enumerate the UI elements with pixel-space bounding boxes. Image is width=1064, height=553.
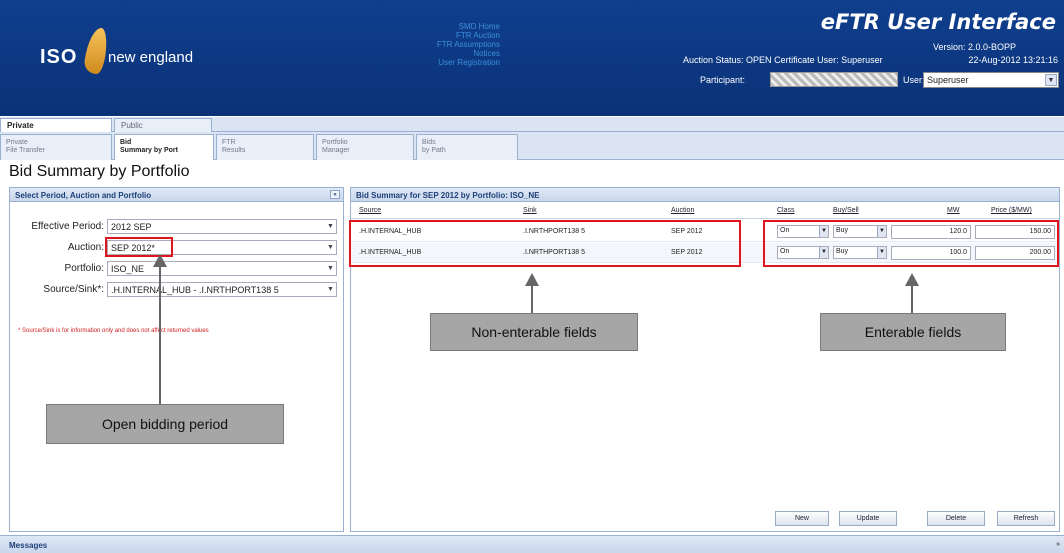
version-text: Version: 2.0.0-BOPP <box>932 42 1016 52</box>
tab-bid-summary-by-port[interactable]: Bid Summary by Port <box>114 134 214 160</box>
chevron-down-icon[interactable]: ▼ <box>325 262 336 275</box>
delete-button[interactable]: Delete <box>927 511 985 526</box>
non-enterable-highlight <box>349 220 741 267</box>
logo-iso-text: ISO <box>40 46 78 68</box>
top-tab-bar: Private Public <box>0 117 1064 132</box>
effective-period-select[interactable]: 2012 SEP ▼ <box>107 219 337 234</box>
tab-ftr-results[interactable]: FTR Results <box>216 134 314 160</box>
chevron-down-icon[interactable]: ▼ <box>325 283 336 296</box>
auction-status: Auction Status: OPEN <box>683 55 772 65</box>
panel-title: Select Period, Auction and Portfolio <box>15 191 152 200</box>
user-label: User: <box>903 75 925 85</box>
col-source[interactable]: Source <box>359 207 381 214</box>
tab-label-line1: FTR <box>222 139 236 146</box>
user-select[interactable]: Superuser ▼ <box>923 72 1059 88</box>
source-sink-note: * Source/Sink is for information only an… <box>18 328 209 334</box>
participant-label: Participant: <box>700 75 746 85</box>
col-buy-sell[interactable]: Buy/Sell <box>833 207 859 214</box>
messages-bar[interactable]: Messages » <box>0 535 1064 553</box>
chevron-down-icon[interactable]: ▼ <box>325 220 336 233</box>
tab-label-line1: Bids <box>422 139 436 146</box>
status-line: Auction Status: OPEN Certificate User: S… <box>683 55 883 65</box>
tab-label-line2: File Transfer <box>6 147 45 154</box>
tab-label-line1: Private <box>6 139 28 146</box>
chevron-down-icon[interactable]: ▼ <box>325 241 336 254</box>
header-nav: SMD Home FTR Auction FTR Assumptions Not… <box>400 22 500 67</box>
panel-header: Select Period, Auction and Portfolio « <box>10 188 343 202</box>
portfolio-value: ISO_NE <box>111 264 145 274</box>
auction-label: Auction: <box>67 242 104 253</box>
col-sink[interactable]: Sink <box>523 207 537 214</box>
nav-link-user-registration[interactable]: User Registration <box>400 58 500 67</box>
user-select-value: Superuser <box>927 75 969 85</box>
col-class[interactable]: Class <box>777 207 795 214</box>
panel-header: Bid Summary for SEP 2012 by Portfolio: I… <box>351 188 1059 202</box>
refresh-button[interactable]: Refresh <box>997 511 1055 526</box>
nav-link-notices[interactable]: Notices <box>400 49 500 58</box>
new-button[interactable]: New <box>775 511 829 526</box>
expand-icon[interactable]: » <box>1056 541 1060 548</box>
portfolio-label: Portfolio: <box>64 263 104 274</box>
source-sink-label: Source/Sink*: <box>43 284 104 295</box>
sub-tab-bar: Private File Transfer Bid Summary by Por… <box>0 132 1064 160</box>
effective-period-value: 2012 SEP <box>111 222 152 232</box>
nav-link-ftr-assumptions[interactable]: FTR Assumptions <box>400 40 500 49</box>
tab-label-line2: by Path <box>422 147 446 154</box>
grid-header: Source Sink Auction Class Buy/Sell MW Pr… <box>351 205 1059 219</box>
col-mw[interactable]: MW <box>947 207 959 214</box>
tab-label-line1: Portfolio <box>322 139 348 146</box>
col-auction[interactable]: Auction <box>671 207 694 214</box>
tab-public[interactable]: Public <box>114 118 212 132</box>
non-enterable-callout: Non-enterable fields <box>430 313 638 351</box>
collapse-icon[interactable]: « <box>330 190 340 199</box>
tab-label-line1: Bid <box>120 139 132 146</box>
page-title: Bid Summary by Portfolio <box>9 163 190 180</box>
nav-link-ftr-auction[interactable]: FTR Auction <box>400 31 500 40</box>
nav-link-smd-home[interactable]: SMD Home <box>400 22 500 31</box>
messages-title: Messages <box>9 541 48 550</box>
col-price[interactable]: Price ($/MW) <box>991 207 1032 214</box>
open-bidding-period-callout: Open bidding period <box>46 404 284 444</box>
chevron-down-icon[interactable]: ▼ <box>1045 74 1057 86</box>
bid-summary-panel: Bid Summary for SEP 2012 by Portfolio: I… <box>349 187 1060 532</box>
effective-period-label: Effective Period: <box>31 221 104 232</box>
datetime: 22-Aug-2012 13:21:16 <box>968 55 1058 65</box>
logo-ne-text: new england <box>108 49 194 66</box>
tab-portfolio-manager[interactable]: Portfolio Manager <box>316 134 414 160</box>
iso-new-england-logo: ISO new england <box>36 26 196 86</box>
tab-bids-by-path[interactable]: Bids by Path <box>416 134 518 160</box>
tab-private-file-transfer[interactable]: Private File Transfer <box>0 134 112 160</box>
flame-icon <box>82 28 110 74</box>
certificate-user: Certificate User: Superuser <box>774 55 883 65</box>
enterable-callout: Enterable fields <box>820 313 1006 351</box>
participant-field[interactable] <box>770 72 898 87</box>
portfolio-select[interactable]: ISO_NE ▼ <box>107 261 337 276</box>
select-period-panel: Select Period, Auction and Portfolio « E… <box>9 187 344 532</box>
update-button[interactable]: Update <box>839 511 897 526</box>
tab-label-line2: Results <box>222 147 246 154</box>
tab-label-line2: Manager <box>322 147 350 154</box>
source-sink-value: .H.INTERNAL_HUB - .I.NRTHPORT138 5 <box>111 285 279 295</box>
app-header: ISO new england SMD Home FTR Auction FTR… <box>0 0 1064 116</box>
source-sink-select[interactable]: .H.INTERNAL_HUB - .I.NRTHPORT138 5 ▼ <box>107 282 337 297</box>
tab-private[interactable]: Private <box>0 118 112 132</box>
enterable-highlight <box>763 220 1059 267</box>
arrow-up-icon <box>153 254 167 404</box>
tab-label-line2: Summary by Port <box>120 147 178 154</box>
app-title: eFTR User Interface <box>820 10 1056 34</box>
